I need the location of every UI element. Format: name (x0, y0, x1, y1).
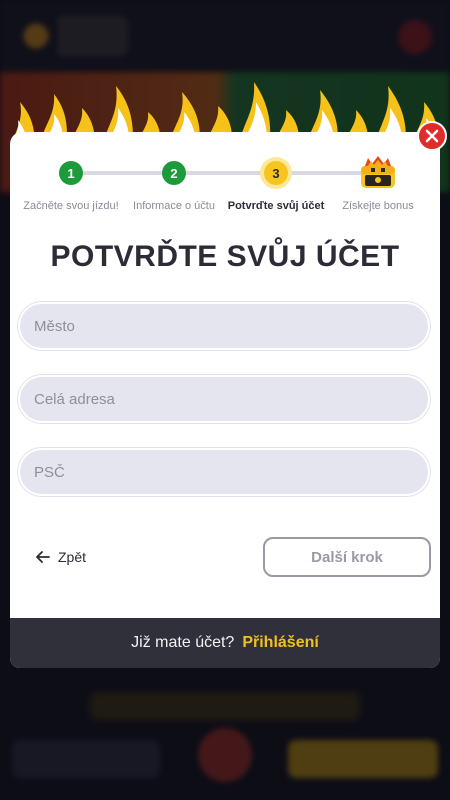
registration-stepper: 1 2 3 Začněte svou jízdu! Informace o úč… (10, 154, 440, 214)
back-button-label: Zpět (58, 549, 87, 565)
login-link[interactable]: Přihlášení (242, 634, 318, 652)
step-2-label: Informace o účtu (133, 200, 215, 212)
step-2-number: 2 (170, 165, 178, 181)
close-icon (425, 129, 439, 143)
stepper-connector-1 (72, 171, 174, 175)
address-field[interactable] (18, 375, 430, 423)
step-3-label: Potvrďte svůj účet (227, 200, 325, 212)
step-1-circle: 1 (59, 161, 83, 185)
stepper-connector-2 (174, 171, 276, 175)
arrow-left-icon (36, 551, 50, 563)
signup-modal: 1 2 3 Začněte svou jízdu! Informace o úč… (10, 132, 440, 668)
page-title: POTVRĎTE SVŮJ ÚČET (50, 240, 400, 273)
treasure-chest-icon (361, 156, 395, 188)
city-input[interactable] (34, 317, 414, 335)
next-step-button[interactable]: Další krok (263, 537, 431, 577)
step-2-circle: 2 (162, 161, 186, 185)
step-3-number: 3 (272, 165, 280, 181)
step-3-circle: 3 (264, 161, 288, 185)
close-button[interactable] (417, 121, 447, 151)
step-1-label: Začněte svou jízdu! (23, 200, 119, 212)
city-field[interactable] (18, 302, 430, 350)
back-button[interactable]: Zpět (36, 546, 86, 568)
have-account-text: Již mate účet? (131, 634, 235, 651)
next-step-label: Další krok (311, 548, 383, 566)
zip-input[interactable] (34, 463, 414, 481)
address-input[interactable] (34, 390, 414, 408)
zip-field[interactable] (18, 448, 430, 496)
step-4-label: Získejte bonus (342, 200, 414, 212)
login-footer: Již mate účet? Přihlášení (10, 618, 440, 668)
step-1-number: 1 (67, 165, 75, 181)
